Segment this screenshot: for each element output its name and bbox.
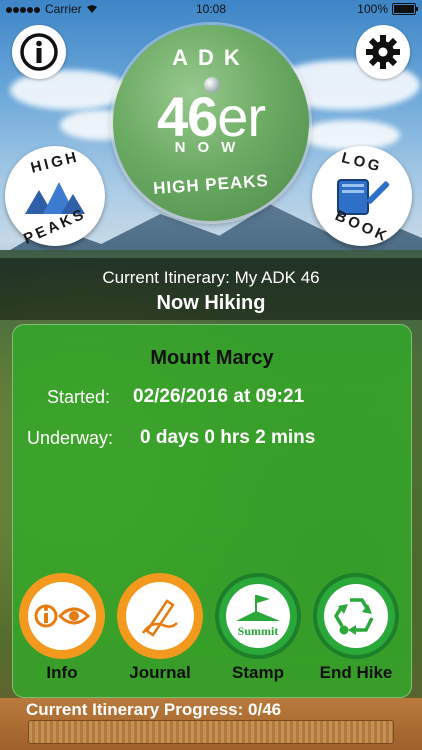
status-bar: Carrier 10:08 100% — [0, 0, 422, 18]
journal-action[interactable]: Journal — [117, 573, 203, 683]
adk-46er-logo: ADK 46er NOW HIGH PEAKS — [113, 25, 309, 221]
log-book-button[interactable]: LOG BOOK — [312, 146, 412, 246]
underway-label: Underway: — [27, 428, 114, 448]
journal-action-label: Journal — [129, 663, 191, 682]
peak-name: Mount Marcy — [150, 347, 274, 369]
end-hike-action[interactable]: End Hike — [313, 573, 399, 683]
pen-hand-icon — [141, 599, 178, 637]
recycle-icon — [333, 598, 374, 635]
logo-46er-text: 46er — [113, 89, 309, 145]
progress-label: Current Itinerary Progress: 0/46 — [26, 700, 282, 719]
eye-icon — [34, 604, 90, 628]
itinerary-banner: Current Itinerary: My ADK 46 Now Hiking — [0, 258, 422, 320]
current-hike-panel: Mount Marcy Started: 02/26/2016 at 09:21… — [12, 324, 412, 698]
stamp-action-ring: Summit — [215, 573, 301, 659]
itinerary-progress: Current Itinerary Progress: 0/46 — [0, 698, 422, 750]
info-action-label: Info — [46, 663, 78, 682]
summit-flag-icon: Summit — [236, 595, 280, 638]
progress-bar — [28, 720, 394, 744]
info-action[interactable]: Info — [19, 573, 105, 683]
logo-adk-text: ADK — [172, 45, 250, 70]
battery-icon — [392, 3, 418, 15]
end-hike-action-label: End Hike — [319, 663, 393, 682]
started-value: 02/26/2016 at 09:21 — [133, 386, 305, 407]
started-label: Started: — [47, 387, 111, 407]
journal-action-ring — [117, 573, 203, 659]
info-icon — [20, 33, 58, 71]
battery-percent: 100% — [357, 2, 388, 16]
hiking-status: Now Hiking — [156, 292, 266, 314]
high-peaks-button[interactable]: HIGH PEAKS — [5, 146, 105, 248]
end-hike-action-ring — [313, 573, 399, 659]
gear-icon — [366, 35, 400, 69]
stamp-action[interactable]: Summit Stamp — [215, 573, 301, 683]
info-action-ring — [19, 573, 105, 659]
info-button[interactable] — [12, 25, 66, 79]
logo-now-text: NOW — [174, 139, 248, 156]
current-itinerary-label: Current Itinerary: My ADK 46 — [102, 268, 320, 287]
settings-button[interactable] — [356, 25, 410, 79]
summit-text: Summit — [238, 624, 279, 638]
stamp-action-label: Stamp — [232, 663, 284, 682]
underway-value: 0 days 0 hrs 2 mins — [140, 427, 316, 448]
